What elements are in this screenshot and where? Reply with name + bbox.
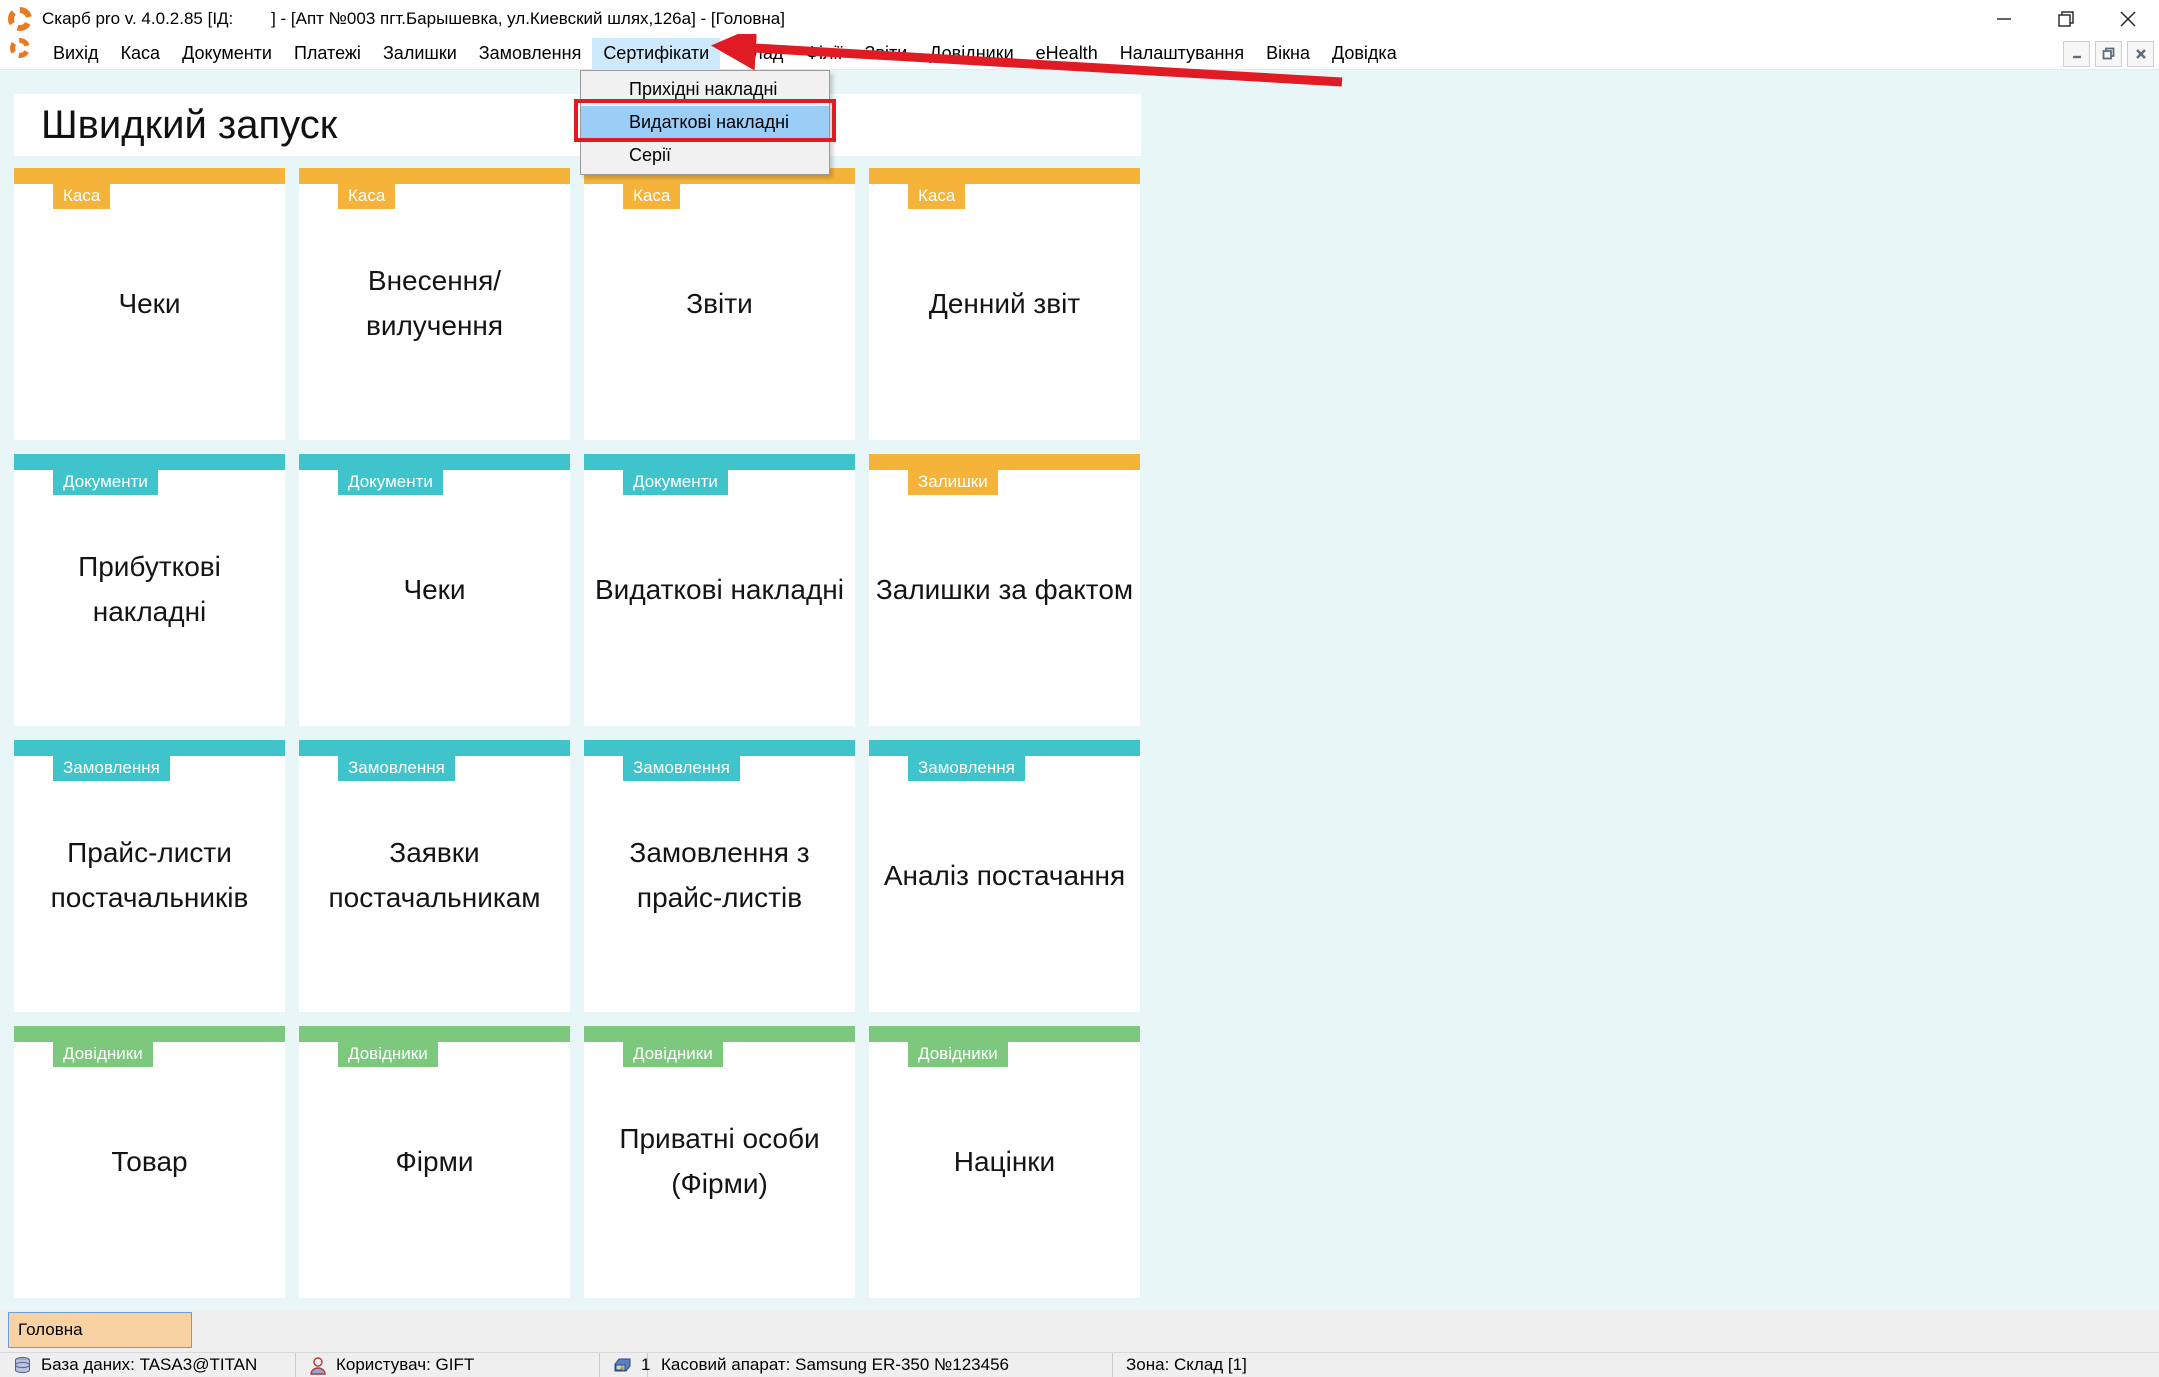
tile-Внесення/вилучення[interactable]: КасаВнесення/вилучення	[299, 168, 570, 440]
menu-item-Сертифікати[interactable]: Сертифікати	[592, 38, 720, 69]
cash-register-icon	[613, 1356, 632, 1374]
dropdown-item-Серії[interactable]: Серії	[581, 139, 829, 172]
tile-label: Видаткові накладні	[584, 454, 855, 726]
user-icon	[309, 1356, 327, 1375]
status-database: База даних: TASA3@TITAN	[0, 1353, 296, 1377]
tile-Денний звіт[interactable]: КасаДенний звіт	[869, 168, 1140, 440]
main-content: Швидкий запуск КасаЧекиКасаВнесення/вилу…	[0, 70, 2159, 1310]
menu-item-Склад[interactable]: Склад	[720, 38, 794, 69]
mdi-close-button[interactable]	[2127, 41, 2154, 67]
tile-Замовлення з прайс-листів[interactable]: ЗамовленняЗамовлення з прайс-листів	[584, 740, 855, 1012]
tile-Заявки постачальникам[interactable]: ЗамовленняЗаявки постачальникам	[299, 740, 570, 1012]
tile-label: Залишки за фактом	[869, 454, 1140, 726]
minimize-button[interactable]	[1973, 0, 2035, 38]
menu-items: ВихідКасаДокументиПлатежіЗалишкиЗамовлен…	[42, 38, 1408, 69]
menu-item-Звіти[interactable]: Звіти	[854, 38, 919, 69]
menubar: ВихідКасаДокументиПлатежіЗалишкиЗамовлен…	[0, 38, 2159, 70]
menu-item-Платежі[interactable]: Платежі	[283, 38, 372, 69]
tabbar: Головна	[0, 1310, 2159, 1352]
tile-Прайс-листи постачальників[interactable]: ЗамовленняПрайс-листи постачальників	[14, 740, 285, 1012]
tile-Аналіз постачання[interactable]: ЗамовленняАналіз постачання	[869, 740, 1140, 1012]
app-logo-icon	[8, 7, 32, 31]
dropdown-item-Видаткові накладні[interactable]: Видаткові накладні	[581, 106, 829, 139]
menu-item-Налаштування[interactable]: Налаштування	[1109, 38, 1255, 69]
menu-item-Залишки[interactable]: Залишки	[372, 38, 468, 69]
tile-Звіти[interactable]: КасаЗвіти	[584, 168, 855, 440]
status-user: Користувач: GIFT	[296, 1353, 600, 1377]
tile-Прибуткові накладні[interactable]: ДокументиПрибуткові накладні	[14, 454, 285, 726]
tile-label: Націнки	[869, 1026, 1140, 1298]
tile-label: Заявки постачальникам	[299, 740, 570, 1012]
mdi-restore-button[interactable]	[2095, 41, 2122, 67]
tile-label: Денний звіт	[869, 168, 1140, 440]
mdi-minimize-button[interactable]	[2063, 41, 2090, 67]
tile-label: Чеки	[299, 454, 570, 726]
titlebar: Скарб pro v. 4.0.2.85 [ІД: ] - [Апт №003…	[0, 0, 2159, 38]
tile-label: Фірми	[299, 1026, 570, 1298]
tile-label: Звіти	[584, 168, 855, 440]
status-zone: Зона: Склад [1]	[1113, 1353, 2159, 1377]
menu-item-Документи[interactable]: Документи	[171, 38, 283, 69]
app-window: Скарб pro v. 4.0.2.85 [ІД: ] - [Апт №003…	[0, 0, 2159, 1377]
restore-button[interactable]	[2035, 0, 2097, 38]
tile-label: Прайс-листи постачальників	[14, 740, 285, 1012]
status-register-count: 1	[600, 1353, 648, 1377]
tile-Фірми[interactable]: ДовідникиФірми	[299, 1026, 570, 1298]
tile-Чеки[interactable]: КасаЧеки	[14, 168, 285, 440]
menu-item-Філії[interactable]: Філії	[794, 38, 853, 69]
tile-label: Внесення/вилучення	[299, 168, 570, 440]
window-title: Скарб pro v. 4.0.2.85 [ІД: ] - [Апт №003…	[42, 9, 785, 29]
tile-label: Замовлення з прайс-листів	[584, 740, 855, 1012]
database-icon	[13, 1356, 32, 1375]
tile-label: Аналіз постачання	[869, 740, 1140, 1012]
tile-Видаткові накладні[interactable]: ДокументиВидаткові накладні	[584, 454, 855, 726]
tab-holovna[interactable]: Головна	[8, 1312, 192, 1348]
dropdown-item-Прихідні накладні[interactable]: Прихідні накладні	[581, 73, 829, 106]
tile-Націнки[interactable]: ДовідникиНацінки	[869, 1026, 1140, 1298]
close-button[interactable]	[2097, 0, 2159, 38]
quick-launch-header: Швидкий запуск	[14, 94, 1141, 156]
menu-item-Довідка[interactable]: Довідка	[1321, 38, 1408, 69]
tile-Залишки за фактом[interactable]: ЗалишкиЗалишки за фактом	[869, 454, 1140, 726]
tile-label: Чеки	[14, 168, 285, 440]
menu-item-Замовлення[interactable]: Замовлення	[468, 38, 593, 69]
menu-item-eHealth[interactable]: eHealth	[1025, 38, 1109, 69]
statusbar: База даних: TASA3@TITAN Користувач: GIFT…	[0, 1352, 2159, 1377]
tile-label: Приватні особи (Фірми)	[584, 1026, 855, 1298]
tile-Товар[interactable]: ДовідникиТовар	[14, 1026, 285, 1298]
tile-Чеки[interactable]: ДокументиЧеки	[299, 454, 570, 726]
menu-item-Вікна[interactable]: Вікна	[1255, 38, 1321, 69]
menu-item-Вихід[interactable]: Вихід	[42, 38, 110, 69]
tile-label: Прибуткові накладні	[14, 454, 285, 726]
page-title: Швидкий запуск	[41, 103, 337, 148]
menu-logo-icon	[10, 38, 30, 58]
certificates-dropdown-menu: Прихідні накладніВидаткові накладніСерії	[580, 70, 830, 175]
mdi-window-controls	[2063, 38, 2154, 69]
menu-item-Довідники[interactable]: Довідники	[918, 38, 1024, 69]
quick-launch-grid: КасаЧекиКасаВнесення/вилученняКасаЗвітиК…	[14, 168, 1141, 1298]
tile-label: Товар	[14, 1026, 285, 1298]
tile-Приватні особи (Фірми)[interactable]: ДовідникиПриватні особи (Фірми)	[584, 1026, 855, 1298]
menu-item-Каса[interactable]: Каса	[110, 38, 172, 69]
status-cash-register: Касовий апарат: Samsung ER-350 №123456	[648, 1353, 1113, 1377]
